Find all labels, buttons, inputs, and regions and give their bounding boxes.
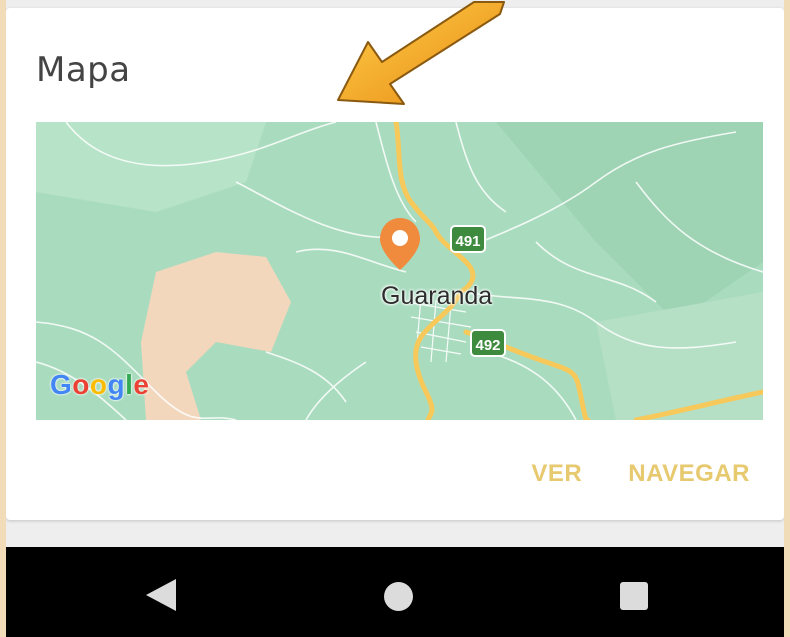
- view-button[interactable]: VER: [531, 460, 582, 488]
- svg-text:491: 491: [455, 233, 480, 250]
- card-actions: VER NAVEGAR: [531, 460, 750, 488]
- google-logo-letter: g: [107, 369, 126, 400]
- card-title: Mapa: [36, 50, 131, 90]
- navigate-button[interactable]: NAVEGAR: [628, 460, 750, 488]
- svg-text:492: 492: [475, 337, 500, 354]
- pointer-arrow-icon: [337, 1, 505, 105]
- recents-icon[interactable]: [620, 582, 648, 610]
- google-logo-letter: e: [133, 369, 150, 400]
- google-logo: Google: [50, 369, 149, 401]
- home-icon[interactable]: [384, 582, 413, 611]
- google-logo-letter: G: [50, 369, 73, 400]
- back-icon[interactable]: [144, 577, 178, 613]
- city-label: Guaranda: [381, 282, 493, 310]
- map-view[interactable]: 491 492 Guaranda Google: [36, 122, 763, 420]
- route-shield-491: 491: [450, 225, 486, 253]
- google-logo-letter: o: [89, 369, 108, 400]
- system-nav-bar: [6, 547, 784, 637]
- route-shield-492: 492: [470, 329, 506, 357]
- google-logo-letter: o: [72, 369, 90, 400]
